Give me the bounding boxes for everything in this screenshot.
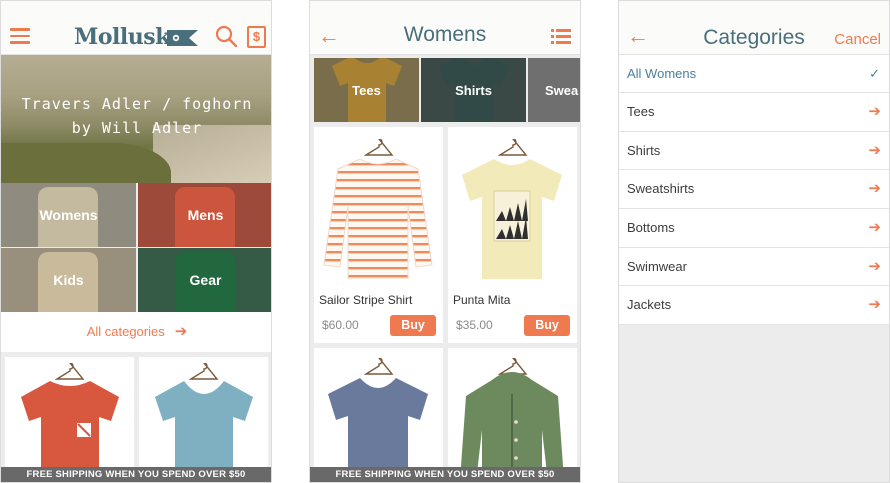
category-item-swimwear[interactable]: Swimwear ➔ bbox=[619, 248, 889, 287]
subcategory-chip-shirts[interactable]: Shirts bbox=[421, 58, 526, 122]
category-item-label: Tees bbox=[627, 104, 655, 119]
category-tile-kids[interactable]: Kids bbox=[1, 248, 136, 312]
category-tile-gear[interactable]: Gear bbox=[138, 248, 271, 312]
home-top-bar: Mollusk $ bbox=[1, 1, 271, 55]
forward-arrow-icon: ➔ bbox=[868, 180, 881, 198]
cancel-button[interactable]: Cancel bbox=[834, 31, 881, 48]
page-title: Womens bbox=[403, 23, 487, 46]
product-card[interactable] bbox=[314, 348, 443, 482]
search-icon[interactable] bbox=[215, 25, 237, 47]
forward-arrow-icon: ➔ bbox=[868, 103, 881, 120]
category-label: Womens bbox=[39, 207, 98, 223]
hero-banner[interactable]: Travers Adler / foghorn by Will Adler bbox=[1, 55, 271, 183]
category-tile-mens[interactable]: Mens bbox=[138, 183, 271, 247]
list-top-bar: ← Womens bbox=[310, 1, 580, 55]
category-item-bottoms[interactable]: Bottoms ➔ bbox=[619, 209, 889, 248]
punta-mita-tee-image bbox=[462, 159, 562, 279]
product-name[interactable]: Punta Mita bbox=[453, 293, 510, 307]
app-showcase: Mollusk $ Travers Adler / foghorn by Wil… bbox=[0, 0, 890, 483]
category-item-shirts[interactable]: Shirts ➔ bbox=[619, 132, 889, 171]
product-card[interactable]: Sailor Stripe Shirt $60.00 Buy bbox=[314, 127, 443, 343]
womens-list-screen: ← Womens Tees Shirts Swea Sailor Stripe … bbox=[309, 0, 581, 483]
forward-arrow-icon: ➔ bbox=[174, 323, 188, 340]
categories-screen: ← Categories Cancel All Womens ✓ Tees ➔ … bbox=[618, 0, 890, 483]
category-item-all-womens[interactable]: All Womens ✓ bbox=[619, 55, 889, 93]
flag-logo-icon bbox=[167, 30, 198, 46]
chip-label: Shirts bbox=[455, 82, 492, 98]
category-item-tees[interactable]: Tees ➔ bbox=[619, 93, 889, 132]
category-label: Gear bbox=[189, 272, 222, 288]
category-item-sweatshirts[interactable]: Sweatshirts ➔ bbox=[619, 170, 889, 210]
all-categories-label: All categories bbox=[86, 324, 165, 339]
forward-arrow-icon: ➔ bbox=[868, 257, 881, 275]
hero-grass bbox=[1, 143, 171, 183]
forward-arrow-icon: ➔ bbox=[868, 219, 881, 237]
subcategory-chip-sweatshirts[interactable]: Swea bbox=[528, 58, 580, 122]
category-label: Mens bbox=[187, 207, 224, 223]
free-shipping-banner: FREE SHIPPING WHEN YOU SPEND OVER $50 bbox=[310, 467, 580, 482]
checkmark-icon: ✓ bbox=[869, 66, 880, 81]
list-icon[interactable] bbox=[551, 29, 571, 44]
buy-button[interactable]: Buy bbox=[390, 315, 436, 336]
forward-arrow-icon: ➔ bbox=[868, 296, 881, 314]
product-price: $60.00 bbox=[322, 318, 359, 332]
category-item-label: Swimwear bbox=[627, 258, 687, 274]
category-item-jackets[interactable]: Jackets ➔ bbox=[619, 286, 889, 326]
product-price: $35.00 bbox=[456, 318, 493, 332]
category-item-label: Bottoms bbox=[627, 220, 675, 236]
free-shipping-banner: FREE SHIPPING WHEN YOU SPEND OVER $50 bbox=[1, 467, 271, 482]
chip-label: Swea bbox=[545, 82, 579, 98]
product-name[interactable]: Sailor Stripe Shirt bbox=[319, 293, 412, 307]
product-card[interactable] bbox=[139, 357, 268, 482]
category-item-label: Shirts bbox=[627, 142, 661, 158]
categories-top-bar: ← Categories Cancel bbox=[619, 1, 889, 55]
hamburger-icon[interactable] bbox=[10, 28, 30, 44]
hero-title-line2: by Will Adler bbox=[71, 119, 203, 137]
category-item-label: All Womens bbox=[627, 66, 697, 81]
all-categories-link[interactable]: All categories ➔ bbox=[1, 312, 271, 352]
hero-title-line1: Travers Adler / foghorn bbox=[21, 95, 253, 113]
category-tile-womens[interactable]: Womens bbox=[1, 183, 136, 247]
brand-logo[interactable]: Mollusk bbox=[74, 24, 170, 50]
forward-arrow-icon: ➔ bbox=[868, 141, 881, 159]
category-label: Kids bbox=[53, 272, 84, 288]
category-item-label: Sweatshirts bbox=[627, 181, 695, 197]
category-item-label: Jackets bbox=[627, 297, 672, 313]
product-card[interactable]: Punta Mita $35.00 Buy bbox=[448, 127, 577, 343]
category-list: All Womens ✓ Tees ➔ Shirts ➔ Sweatshirts… bbox=[619, 55, 889, 326]
home-screen: Mollusk $ Travers Adler / foghorn by Wil… bbox=[0, 0, 272, 483]
subcategory-chip-tees[interactable]: Tees bbox=[314, 58, 419, 122]
stripe-shirt-image bbox=[323, 158, 433, 279]
product-card[interactable] bbox=[448, 348, 577, 482]
chip-label: Tees bbox=[352, 82, 381, 98]
receipt-dollar-icon[interactable]: $ bbox=[247, 26, 266, 48]
product-card[interactable] bbox=[5, 357, 134, 482]
buy-button[interactable]: Buy bbox=[524, 315, 570, 336]
